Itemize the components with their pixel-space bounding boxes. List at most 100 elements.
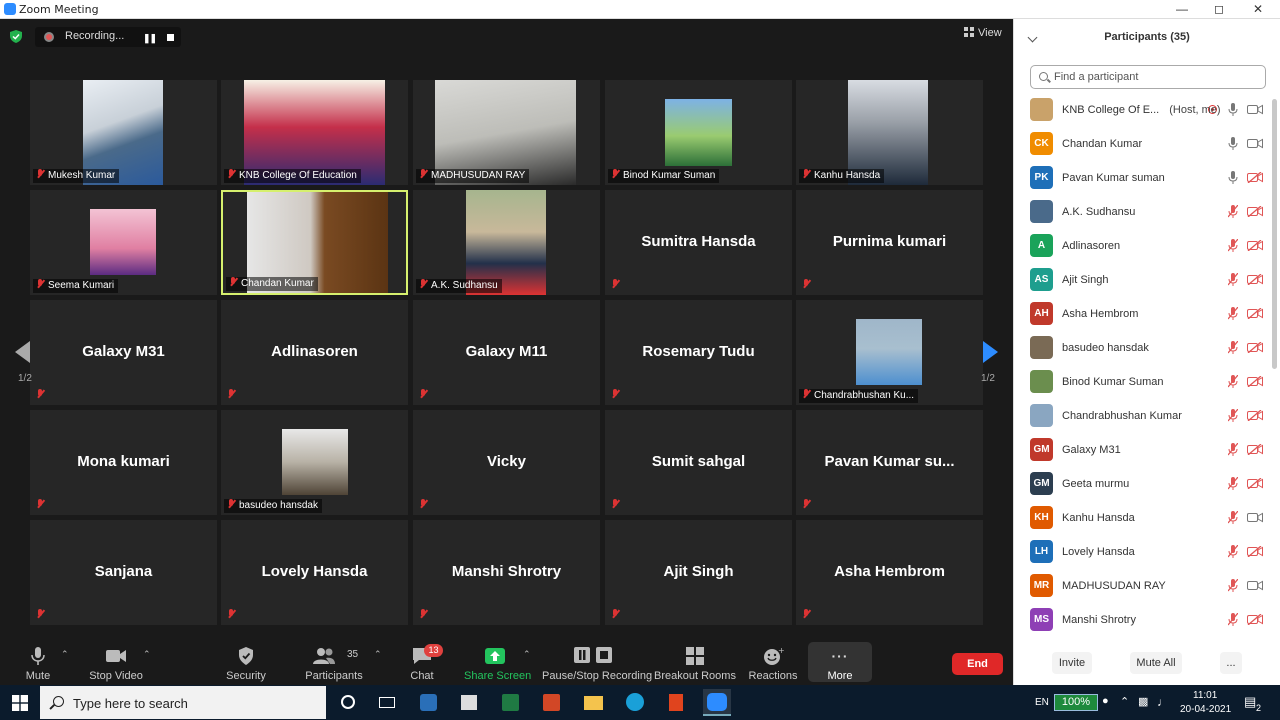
end-meeting-button[interactable]: End bbox=[952, 653, 1003, 675]
mic-muted-icon[interactable] bbox=[1228, 273, 1238, 286]
video-tile[interactable]: Manshi Shrotry bbox=[413, 520, 600, 625]
participant-row[interactable]: A Adlinasoren bbox=[1014, 229, 1272, 263]
participant-row[interactable]: AS Ajit Singh bbox=[1014, 263, 1272, 297]
participant-row[interactable]: AH Asha Hembrom bbox=[1014, 297, 1272, 331]
video-tile[interactable]: Sanjana bbox=[30, 520, 217, 625]
camera-off-icon[interactable] bbox=[1247, 444, 1263, 455]
office-app-icon[interactable] bbox=[662, 689, 690, 716]
breakout-rooms-button[interactable]: Breakout Rooms bbox=[654, 639, 736, 685]
participant-row[interactable]: KH Kanhu Hansda bbox=[1014, 501, 1272, 535]
share-options-caret-icon[interactable]: ⌃ bbox=[523, 649, 531, 660]
video-tile[interactable]: Rosemary Tudu bbox=[605, 300, 792, 405]
participant-row[interactable]: KNB College Of E... (Host, me) bbox=[1014, 93, 1272, 127]
participants-caret-icon[interactable]: ⌃ bbox=[374, 649, 382, 660]
participant-row[interactable]: LH Lovely Hansda bbox=[1014, 535, 1272, 569]
camera-on-icon[interactable] bbox=[1247, 104, 1263, 115]
mic-muted-icon[interactable] bbox=[1228, 239, 1238, 252]
camera-off-icon[interactable] bbox=[1247, 410, 1263, 421]
mic-muted-icon[interactable] bbox=[1228, 613, 1238, 626]
zoom-taskbar-icon[interactable] bbox=[703, 689, 731, 716]
video-tile[interactable]: Purnima kumari bbox=[796, 190, 983, 295]
powerpoint-app-icon[interactable] bbox=[537, 689, 565, 716]
stop-recording-button[interactable] bbox=[167, 34, 174, 41]
notifications-icon[interactable]: ▤ bbox=[1244, 694, 1256, 710]
video-tile[interactable]: Chandrabhushan Ku... bbox=[796, 300, 983, 405]
participant-row[interactable]: CK Chandan Kumar bbox=[1014, 127, 1272, 161]
participants-button[interactable]: 35 Participants bbox=[304, 639, 364, 685]
chat-button[interactable]: 13 Chat bbox=[404, 639, 443, 685]
mic-muted-icon[interactable] bbox=[1228, 443, 1238, 456]
mic-muted-icon[interactable] bbox=[1228, 307, 1238, 320]
video-tile[interactable]: Ajit Singh bbox=[605, 520, 792, 625]
camera-off-icon[interactable] bbox=[1247, 172, 1263, 183]
participant-search-input[interactable] bbox=[1054, 69, 1254, 85]
mic-muted-icon[interactable] bbox=[1228, 205, 1238, 218]
participant-row[interactable]: PK Pavan Kumar suman bbox=[1014, 161, 1272, 195]
video-tile[interactable]: Chandan Kumar bbox=[221, 190, 408, 295]
participant-search[interactable] bbox=[1030, 65, 1266, 89]
network-icon[interactable]: ▩ bbox=[1138, 695, 1148, 708]
participant-list-scrollbar[interactable] bbox=[1272, 99, 1277, 369]
participant-row[interactable]: Binod Kumar Suman bbox=[1014, 365, 1272, 399]
camera-on-icon[interactable] bbox=[1247, 512, 1263, 523]
participant-row[interactable]: A.K. Sudhansu bbox=[1014, 195, 1272, 229]
camera-off-icon[interactable] bbox=[1247, 546, 1263, 557]
panel-more-button[interactable]: ... bbox=[1220, 652, 1242, 674]
video-tile[interactable]: MADHUSUDAN RAY bbox=[413, 80, 600, 185]
video-tile[interactable]: Binod Kumar Suman bbox=[605, 80, 792, 185]
reactions-button[interactable]: + Reactions bbox=[748, 639, 798, 685]
video-tile[interactable]: Galaxy M31 bbox=[30, 300, 217, 405]
mic-on-icon[interactable] bbox=[1228, 171, 1238, 184]
pause-recording-button[interactable]: ❚❚ bbox=[143, 33, 157, 44]
mic-muted-icon[interactable] bbox=[1228, 409, 1238, 422]
video-tile[interactable]: Kanhu Hansda bbox=[796, 80, 983, 185]
video-tile[interactable]: Sumit sahgal bbox=[605, 410, 792, 515]
mic-muted-icon[interactable] bbox=[1228, 341, 1238, 354]
participant-row[interactable]: Chandrabhushan Kumar bbox=[1014, 399, 1272, 433]
cortana-icon[interactable] bbox=[334, 689, 362, 716]
edge-browser-icon[interactable] bbox=[621, 689, 649, 716]
tray-chevron-icon[interactable]: ⌃ bbox=[1120, 695, 1129, 708]
mic-muted-icon[interactable] bbox=[1228, 579, 1238, 592]
language-indicator[interactable]: EN bbox=[1035, 697, 1049, 708]
next-page-icon[interactable] bbox=[983, 341, 998, 363]
invite-button[interactable]: Invite bbox=[1052, 652, 1092, 674]
mic-muted-icon[interactable] bbox=[1228, 511, 1238, 524]
camera-on-icon[interactable] bbox=[1247, 580, 1263, 591]
participant-row[interactable]: GM Galaxy M31 bbox=[1014, 433, 1272, 467]
store-app-icon[interactable] bbox=[455, 689, 483, 716]
video-tile[interactable]: Lovely Hansda bbox=[221, 520, 408, 625]
tray-mic-icon[interactable]: ● bbox=[1102, 695, 1109, 707]
minimize-button[interactable]: — bbox=[1167, 1, 1197, 17]
file-explorer-icon[interactable] bbox=[579, 689, 607, 716]
audio-options-caret-icon[interactable]: ⌃ bbox=[61, 649, 69, 660]
camera-off-icon[interactable] bbox=[1247, 206, 1263, 217]
camera-off-icon[interactable] bbox=[1247, 478, 1263, 489]
stop-video-button[interactable]: Stop Video bbox=[86, 639, 146, 685]
participant-row[interactable]: MS Manshi Shrotry bbox=[1014, 603, 1272, 637]
video-tile[interactable]: Galaxy M11 bbox=[413, 300, 600, 405]
video-tile[interactable]: Pavan Kumar su... bbox=[796, 410, 983, 515]
more-button[interactable]: ··· More bbox=[808, 642, 872, 682]
camera-off-icon[interactable] bbox=[1247, 240, 1263, 251]
mic-on-icon[interactable] bbox=[1228, 103, 1238, 116]
shield-icon[interactable] bbox=[10, 30, 22, 43]
participant-row[interactable]: MR MADHUSUDAN RAY bbox=[1014, 569, 1272, 603]
mute-button[interactable]: Mute bbox=[18, 639, 58, 685]
windows-start-icon[interactable] bbox=[12, 695, 28, 711]
mic-muted-icon[interactable] bbox=[1228, 477, 1238, 490]
view-button[interactable]: View bbox=[964, 27, 1002, 39]
close-window-button[interactable]: ✕ bbox=[1243, 1, 1273, 17]
volume-icon[interactable]: ♩ bbox=[1157, 695, 1169, 709]
camera-off-icon[interactable] bbox=[1247, 376, 1263, 387]
excel-app-icon[interactable] bbox=[496, 689, 524, 716]
previous-page-icon[interactable] bbox=[15, 341, 30, 363]
security-button[interactable]: Security bbox=[222, 639, 270, 685]
video-options-caret-icon[interactable]: ⌃ bbox=[143, 649, 151, 660]
photos-app-icon[interactable] bbox=[414, 689, 442, 716]
camera-off-icon[interactable] bbox=[1247, 614, 1263, 625]
video-tile[interactable]: Seema Kumari bbox=[30, 190, 217, 295]
mic-on-icon[interactable] bbox=[1228, 137, 1238, 150]
clock-date[interactable]: 20-04-2021 bbox=[1180, 704, 1231, 715]
video-tile[interactable]: A.K. Sudhansu bbox=[413, 190, 600, 295]
